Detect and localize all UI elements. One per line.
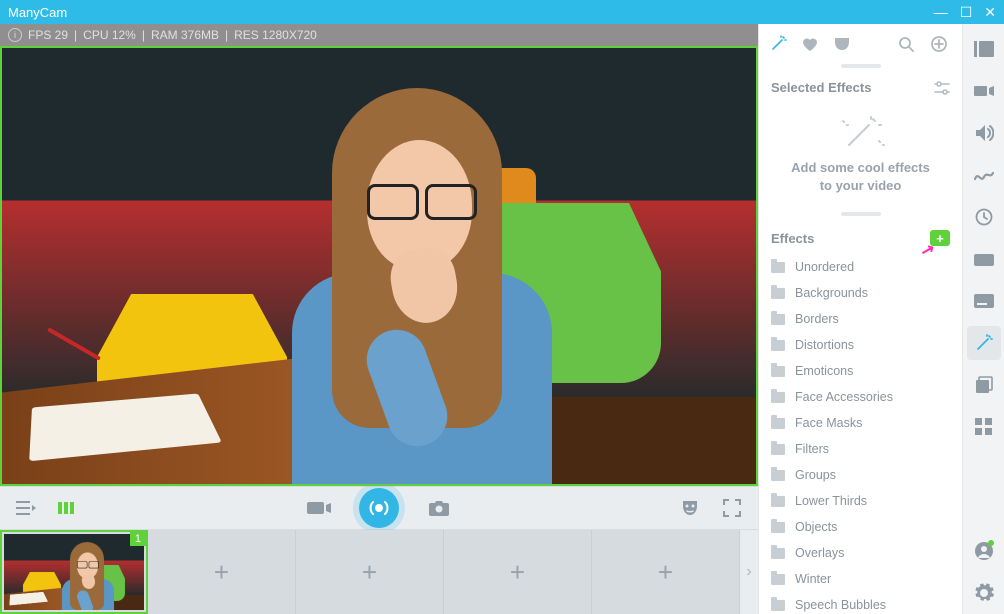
mask-tab-icon[interactable]	[833, 35, 855, 53]
status-dot-icon	[988, 540, 994, 546]
rail-effects-icon[interactable]	[967, 326, 1001, 360]
layers-icon[interactable]	[54, 494, 82, 522]
folder-icon	[771, 470, 785, 481]
video-preview[interactable]	[0, 46, 758, 486]
wand-tab-icon[interactable]	[769, 35, 791, 53]
effects-item[interactable]: Face Masks	[759, 410, 962, 436]
folder-icon	[771, 548, 785, 559]
stat-fps: FPS 29	[28, 28, 68, 42]
maximize-button[interactable]: ☐	[960, 5, 973, 19]
effects-panel-tabs	[759, 24, 962, 64]
selected-effects-empty: Add some cool effects to your video	[759, 101, 962, 212]
folder-icon	[771, 600, 785, 611]
effects-list[interactable]: Unordered Backgrounds Borders Distortion…	[759, 254, 962, 614]
rail-audio-icon[interactable]	[967, 116, 1001, 150]
rail-time-icon[interactable]	[967, 200, 1001, 234]
panel-grip[interactable]	[841, 64, 881, 68]
folder-icon	[771, 314, 785, 325]
info-icon[interactable]: i	[8, 28, 22, 42]
effects-item[interactable]: Unordered	[759, 254, 962, 280]
folder-icon	[771, 444, 785, 455]
rail-keyboard-icon[interactable]	[967, 242, 1001, 276]
fullscreen-button[interactable]	[718, 494, 746, 522]
folder-icon	[771, 392, 785, 403]
heart-tab-icon[interactable]	[801, 36, 823, 52]
preview-scene	[2, 48, 756, 484]
wand-placeholder-icon	[833, 115, 889, 151]
app-title: ManyCam	[8, 5, 67, 20]
thumb-badge: 1	[130, 532, 146, 546]
preset-thumb-5[interactable]: +	[592, 530, 740, 614]
empty-text-line1: Add some cool effects	[771, 159, 950, 177]
empty-text-line2: to your video	[771, 177, 950, 195]
folder-icon	[771, 340, 785, 351]
effects-item[interactable]: Backgrounds	[759, 280, 962, 306]
rail-settings-icon[interactable]	[967, 576, 1001, 610]
rail-account-icon[interactable]	[967, 534, 1001, 568]
title-bar: ManyCam — ☐ ✕	[0, 0, 1004, 24]
effects-item[interactable]: Overlays	[759, 540, 962, 566]
rail-draw-icon[interactable]	[967, 158, 1001, 192]
effects-item[interactable]: Filters	[759, 436, 962, 462]
effects-item[interactable]: Groups	[759, 462, 962, 488]
minimize-button[interactable]: —	[934, 5, 948, 19]
snapshot-button[interactable]	[425, 494, 453, 522]
rail-titler-icon[interactable]	[967, 284, 1001, 318]
effects-item[interactable]: Borders	[759, 306, 962, 332]
stats-bar: i FPS 29 | CPU 12% | RAM 376MB | RES 128…	[0, 24, 758, 46]
effects-panel: Selected Effects Add some cool effects t…	[758, 24, 962, 614]
add-effect-button[interactable]: +	[930, 230, 950, 246]
effects-item[interactable]: Lower Thirds	[759, 488, 962, 514]
panel-grip[interactable]	[841, 212, 881, 216]
presets-list-icon[interactable]	[12, 494, 40, 522]
presets-next-button[interactable]: ›	[740, 563, 758, 581]
control-bar	[0, 486, 758, 530]
rail-grid-icon[interactable]	[967, 410, 1001, 444]
sliders-icon[interactable]	[934, 81, 950, 95]
folder-icon	[771, 262, 785, 273]
folder-icon	[771, 288, 785, 299]
folder-icon	[771, 418, 785, 429]
preset-thumbnails: 1 + + + + ›	[0, 530, 758, 614]
broadcast-button[interactable]	[359, 488, 399, 528]
folder-icon	[771, 522, 785, 533]
folder-icon	[771, 366, 785, 377]
selected-effects-heading: Selected Effects	[771, 80, 871, 95]
window-controls: — ☐ ✕	[934, 5, 996, 19]
effects-item[interactable]: Speech Bubbles	[759, 592, 962, 614]
search-icon[interactable]	[898, 36, 920, 52]
effects-item[interactable]: Emoticons	[759, 358, 962, 384]
stat-ram: RAM 376MB	[151, 28, 219, 42]
rail-gallery-icon[interactable]	[967, 368, 1001, 402]
preset-thumb-1[interactable]: 1	[0, 530, 148, 614]
effects-heading: Effects	[771, 231, 814, 246]
folder-icon	[771, 496, 785, 507]
preset-thumb-2[interactable]: +	[148, 530, 296, 614]
rail-video-icon[interactable]	[967, 74, 1001, 108]
preset-thumb-3[interactable]: +	[296, 530, 444, 614]
preset-thumb-4[interactable]: +	[444, 530, 592, 614]
effects-item[interactable]: Objects	[759, 514, 962, 540]
right-rail	[962, 24, 1004, 614]
folder-icon	[771, 574, 785, 585]
stat-cpu: CPU 12%	[83, 28, 136, 42]
mask-toggle-icon[interactable]	[676, 494, 704, 522]
record-video-button[interactable]	[305, 494, 333, 522]
effects-item[interactable]: Face Accessories	[759, 384, 962, 410]
rail-presets-icon[interactable]	[967, 32, 1001, 66]
close-button[interactable]: ✕	[984, 5, 996, 19]
stat-res: RES 1280X720	[234, 28, 317, 42]
add-circle-icon[interactable]	[930, 35, 952, 53]
effects-item[interactable]: Winter	[759, 566, 962, 592]
effects-item[interactable]: Distortions	[759, 332, 962, 358]
